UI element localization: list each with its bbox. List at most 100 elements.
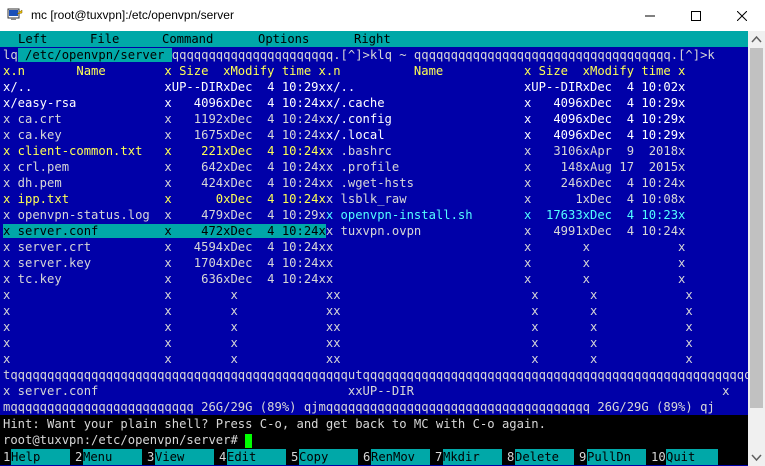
fkey-pulldn-button[interactable]: PullDn: [587, 449, 646, 465]
left-panel-entry[interactable]: x server.key x 1704xDec 4 10:24x: [3, 256, 326, 270]
right-panel-entry[interactable]: x lsblk_raw x 1xDec 4 10:08x: [326, 192, 686, 206]
right-panel-entry[interactable]: x x x x: [326, 272, 686, 286]
fkey-mkdir-button[interactable]: Mkdir: [443, 449, 502, 465]
table-row: x/easy-rsa x 4096xDec 4 10:24xx/.cache x…: [3, 95, 685, 111]
panel-header-line: lq /etc/openvpn/server qqqqqqqqqqqqqqqqq…: [3, 47, 715, 63]
left-panel-path[interactable]: /etc/openvpn/server: [17, 48, 172, 62]
right-panel-entry[interactable]: x x x x: [333, 304, 693, 318]
menu-command[interactable]: Command: [162, 31, 213, 47]
right-panel-entry[interactable]: x x x x: [326, 240, 686, 254]
right-panel-entry[interactable]: x/.cache x 4096xDec 4 10:29x: [326, 96, 686, 110]
table-row: x ca.crt x 1192xDec 4 10:24xx/.config x …: [3, 111, 685, 127]
left-panel-header-rest: qqqqqqqqqqqqqqqqqqqqqq.[^]>kl: [171, 48, 385, 62]
left-panel-entry[interactable]: x/.. xUP--DIRxDec 4 10:29x: [3, 80, 326, 94]
right-panel-entry[interactable]: x/.config x 4096xDec 4 10:29x: [326, 112, 686, 126]
text-cursor: [245, 433, 253, 448]
right-panel-entry[interactable]: x/.. xUP--DIRxDec 4 10:02x: [326, 80, 686, 94]
right-panel-entry[interactable]: x x x x: [333, 352, 693, 366]
fkey-number: 6: [363, 449, 371, 465]
panel-footer: mqqqqqqqqqqqqqqqqqqqqqqqqq 26G/29G (89%)…: [3, 399, 715, 415]
table-row: x x x xx x x x: [3, 319, 693, 335]
terminal[interactable]: Left File Command Options Right lq /etc/…: [0, 31, 765, 466]
left-column-headers[interactable]: x.n Name x Size xModify time: [3, 64, 319, 78]
shell-prompt[interactable]: root@tuxvpn:/etc/openvpn/server#: [3, 432, 253, 448]
fkey-delete-button[interactable]: Delete: [515, 449, 574, 465]
fkey-number: 8: [507, 449, 515, 465]
table-row: x ipp.txt x 0xDec 4 10:24xx lsblk_raw x …: [3, 191, 685, 207]
fkey-edit-button[interactable]: Edit: [227, 449, 286, 465]
fkey-number: 4: [219, 449, 227, 465]
right-panel-path[interactable]: q ~ qqqqqqqqqqqqqqqqqqqqqqqqqqqqqqqqqqq.…: [385, 48, 715, 62]
table-row: x x x xx x x x: [3, 287, 693, 303]
right-panel-entry[interactable]: x .bashrc x 3106xApr 9 2018x: [326, 144, 686, 158]
left-panel-entry[interactable]: x x x x: [3, 304, 333, 318]
right-panel-entry[interactable]: x x x x: [333, 320, 693, 334]
shell-area[interactable]: Hint: Want your plain shell? Press C-o, …: [0, 415, 765, 449]
panel-separator: tqqqqqqqqqqqqqqqqqqqqqqqqqqqqqqqqqqqqqqq…: [3, 368, 765, 382]
close-button[interactable]: [719, 0, 765, 31]
table-row: x tc.key x 636xDec 4 10:24xx x x x: [3, 271, 685, 287]
column-headers: x.n Name x Size xModify time x.n Name x …: [3, 63, 685, 79]
minimize-icon: [645, 15, 655, 16]
right-panel-entry[interactable]: x x x x: [333, 288, 693, 302]
fkey-number: 5: [291, 449, 299, 465]
left-panel-entry[interactable]: x ca.key x 1675xDec 4 10:24x: [3, 128, 326, 142]
menu-left[interactable]: Left: [18, 31, 47, 47]
fkey-quit-button[interactable]: Quit: [666, 449, 718, 465]
menu-right[interactable]: Right: [354, 31, 391, 47]
right-panel-disk-usage: mqqqqqqqqqqqqqqqqqqqqqqqqqqqqqqqqqqqq 26…: [318, 400, 715, 414]
prompt-text: root@tuxvpn:/etc/openvpn/server#: [3, 433, 246, 447]
menu-options[interactable]: Options: [258, 31, 309, 47]
left-panel-entry[interactable]: x x x x: [3, 352, 333, 366]
left-panel-entry[interactable]: x ca.crt x 1192xDec 4 10:24x: [3, 112, 326, 126]
table-row: x ca.key x 1675xDec 4 10:24xx/.local x 4…: [3, 127, 685, 143]
left-panel-entry[interactable]: x openvpn-status.log x 479xDec 4 10:29x: [3, 208, 326, 222]
scroll-down-icon[interactable]: [748, 449, 765, 466]
fkey-menu-button[interactable]: Menu: [83, 449, 142, 465]
menu-file[interactable]: File: [90, 31, 119, 47]
table-row: x x x xx x x x: [3, 351, 693, 367]
left-panel-entry[interactable]: x tc.key x 636xDec 4 10:24x: [3, 272, 326, 286]
fkey-number: 7: [435, 449, 443, 465]
fkey-number: 1: [3, 449, 11, 465]
minimize-button[interactable]: [627, 0, 673, 31]
fkey-renmov-button[interactable]: RenMov: [371, 449, 430, 465]
fkey-view-button[interactable]: View: [155, 449, 214, 465]
left-panel-entry[interactable]: x client-common.txt x 221xDec 4 10:24x: [3, 144, 326, 158]
window-title: mc [root@tuxvpn]:/etc/openvpn/server: [31, 8, 234, 22]
table-row: x x x xx x x x: [3, 303, 693, 319]
right-panel-status: xUP--DIR x: [355, 384, 730, 398]
fkey-number: 2: [75, 449, 83, 465]
right-panel-entry[interactable]: x .wget-hsts x 246xDec 4 10:24x: [326, 176, 686, 190]
right-panel-entry[interactable]: x openvpn-install.sh x 17633xDec 4 10:23…: [326, 208, 686, 222]
fkey-copy-button[interactable]: Copy: [299, 449, 358, 465]
left-panel-entry[interactable]: x server.crt x 4594xDec 4 10:24x: [3, 240, 326, 254]
table-row: x openvpn-status.log x 479xDec 4 10:29xx…: [3, 207, 685, 223]
right-panel-entry[interactable]: x .profile x 148xAug 17 2015x: [326, 160, 686, 174]
window-scrollbar[interactable]: [748, 31, 765, 466]
table-row: x x x xx x x x: [3, 335, 693, 351]
right-panel-entry[interactable]: x x x x: [326, 256, 686, 270]
left-panel-entry[interactable]: x x x x: [3, 320, 333, 334]
right-panel-entry[interactable]: x x x x: [333, 336, 693, 350]
right-panel-entry[interactable]: x tuxvpn.ovpn x 4991xDec 4 10:24x: [326, 224, 686, 238]
right-panel-entry[interactable]: x/.local x 4096xDec 4 10:29x: [326, 128, 686, 142]
maximize-button[interactable]: [673, 0, 719, 31]
fkey-number: 3: [147, 449, 155, 465]
fkey-number: 9: [579, 449, 587, 465]
left-panel-entry[interactable]: x crl.pem x 642xDec 4 10:24x: [3, 160, 326, 174]
fkey-number: 10: [651, 449, 666, 465]
left-panel-border: lq: [3, 48, 18, 62]
left-panel-entry[interactable]: x ipp.txt x 0xDec 4 10:24x: [3, 192, 326, 206]
table-row: x/.. xUP--DIRxDec 4 10:29xx/.. xUP--DIRx…: [3, 79, 685, 95]
fkey-help-button[interactable]: Help: [11, 449, 70, 465]
left-panel-entry[interactable]: x x x x: [3, 288, 333, 302]
left-panel-entry[interactable]: x x x x: [3, 336, 333, 350]
left-panel-entry[interactable]: x dh.pem x 424xDec 4 10:24x: [3, 176, 326, 190]
scroll-up-icon[interactable]: [748, 31, 765, 48]
left-panel-entry[interactable]: x server.conf x 472xDec 4 10:24x: [3, 224, 326, 238]
left-panel-entry[interactable]: x/easy-rsa x 4096xDec 4 10:24x: [3, 96, 326, 110]
right-column-headers[interactable]: x.n Name x Size xModify time x: [319, 64, 686, 78]
mc-menubar: Left File Command Options Right: [0, 31, 765, 47]
scrollbar-thumb[interactable]: [750, 48, 763, 408]
